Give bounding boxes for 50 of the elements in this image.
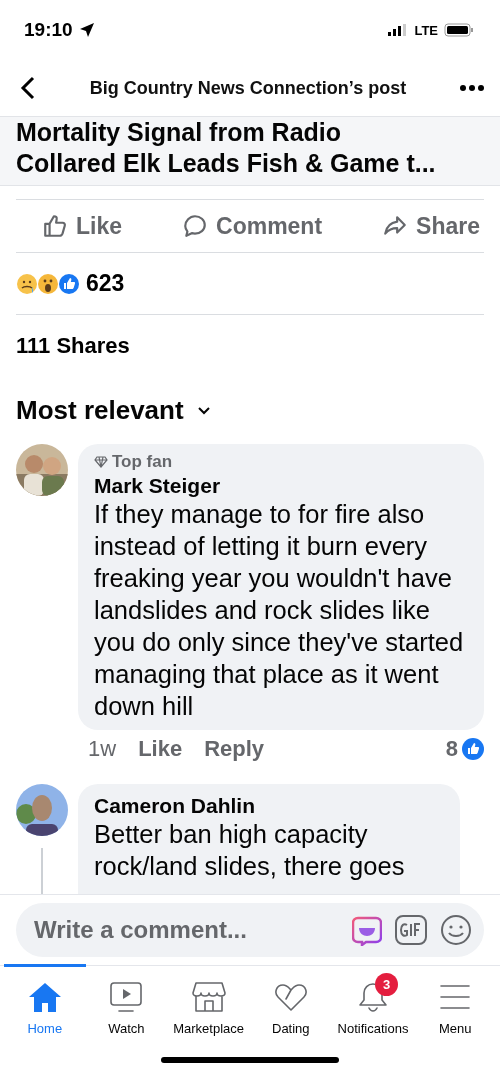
marketplace-tab[interactable]: Marketplace xyxy=(167,964,250,1057)
bell-icon xyxy=(356,981,390,1013)
home-icon xyxy=(27,981,62,1013)
watch-tab[interactable]: Watch xyxy=(85,964,168,1057)
back-icon[interactable] xyxy=(20,76,36,100)
thumbs-up-icon xyxy=(42,213,68,239)
reaction-count[interactable]: 623 xyxy=(86,270,125,297)
more-options-icon[interactable] xyxy=(460,85,484,91)
diamond-icon xyxy=(94,456,108,468)
battery-icon xyxy=(444,23,474,37)
sort-dropdown[interactable]: Most relevant xyxy=(16,375,210,436)
comment-author[interactable]: Mark Steiger xyxy=(94,474,468,498)
headline-text: Mortality Signal from Radio xyxy=(16,117,343,148)
link-preview-card[interactable]: Mortality Signal from Radio Collared Elk Leads Fish & Game t... xyxy=(0,116,500,186)
headline-text: Collared Elk Leads Fish & Game t... xyxy=(16,148,437,179)
location-arrow-icon xyxy=(78,22,95,38)
comment-author[interactable]: Cameron Dahlin xyxy=(94,794,444,818)
emoji-icon[interactable] xyxy=(440,914,472,946)
heart-icon xyxy=(273,981,308,1013)
comment-text: rock/land slides, there goes xyxy=(94,851,406,882)
comment-bar[interactable]: Write a comment... xyxy=(16,903,484,957)
avatar-sticker-icon[interactable] xyxy=(352,914,382,946)
video-player-icon xyxy=(109,981,144,1013)
signal-icon xyxy=(388,24,409,36)
dating-tab[interactable]: Dating xyxy=(250,964,332,1057)
network-label: LTE xyxy=(414,22,438,38)
speech-bubble-icon xyxy=(182,213,208,239)
storefront-icon xyxy=(191,981,226,1013)
comment-like-count: 8 xyxy=(445,736,458,762)
shares-count[interactable]: 111 Shares xyxy=(16,315,484,375)
home-tab[interactable]: Home xyxy=(4,964,86,1057)
reply-link[interactable]: Reply xyxy=(204,736,265,762)
clock-time: 19:10 xyxy=(24,19,73,41)
menu-tab[interactable]: Menu xyxy=(414,964,496,1057)
reaction-emojis-icon xyxy=(16,272,82,295)
comment-text: If they manage to for fire also instead of letting it burn every freaking year you wouldn't have landslides and rock slides like you do only since they've started managing that place as it went down hill xyxy=(94,499,465,722)
thumbs-up-icon xyxy=(462,738,484,760)
gif-icon[interactable] xyxy=(394,914,428,946)
comment-field[interactable]: Write a comment... xyxy=(32,915,340,945)
top-fan-label: Top fan xyxy=(94,452,468,472)
comment-time: 1w xyxy=(88,736,117,762)
header-title: Big Country News Connection’s post xyxy=(89,77,407,99)
like-link[interactable]: Like xyxy=(138,736,183,762)
comment-text: Better ban high capacity xyxy=(94,819,369,850)
comment-button[interactable]: Comment xyxy=(178,208,327,244)
share-button[interactable]: Share xyxy=(378,208,484,244)
notifications-tab[interactable]: Notifications 3 xyxy=(331,964,415,1057)
like-button[interactable]: Like xyxy=(38,208,127,244)
notification-count: 3 xyxy=(375,973,398,996)
chevron-down-icon xyxy=(197,406,210,415)
